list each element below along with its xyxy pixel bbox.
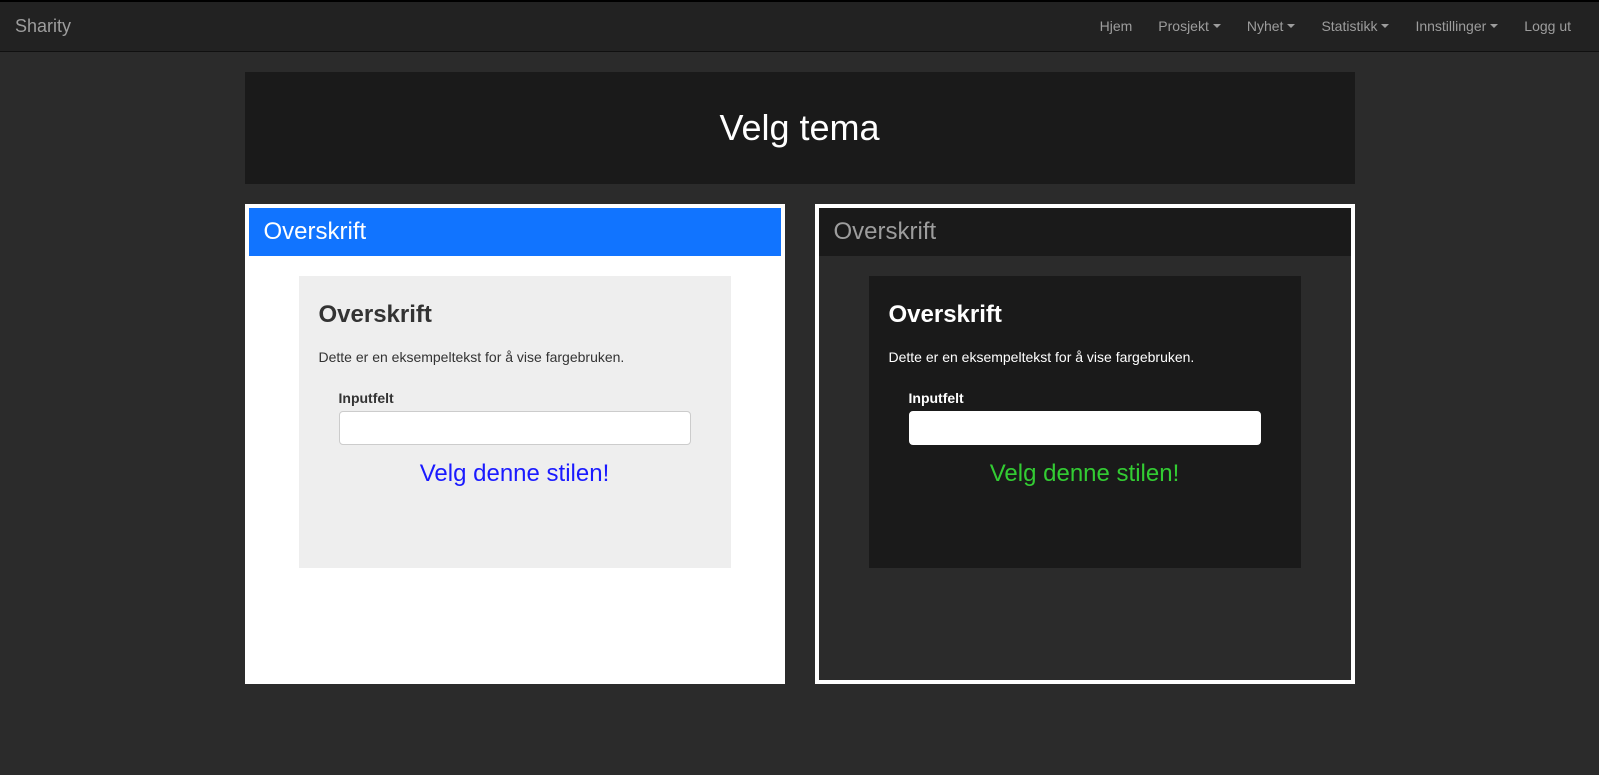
nav-item-nyhet[interactable]: Nyhet [1234,3,1309,51]
select-theme-light-link[interactable]: Velg denne stilen! [319,460,711,488]
nav-label: Nyhet [1247,18,1284,34]
chevron-down-icon [1213,24,1221,28]
navbar: Sharity Hjem Prosjekt Nyhet Statistikk I… [0,0,1599,52]
inner-heading: Overskrift [889,301,1281,329]
input-label: Inputfelt [339,390,691,406]
nav-label: Prosjekt [1158,18,1209,34]
inner-heading: Overskrift [319,301,711,329]
chevron-down-icon [1287,24,1295,28]
page-header: Velg tema [245,72,1355,184]
main-container: Velg tema Overskrift Overskrift Dette er… [230,52,1370,704]
nav-item-innstillinger[interactable]: Innstillinger [1402,3,1511,51]
sample-text: Dette er en eksempeltekst for å vise far… [319,349,711,365]
nav-label: Statistikk [1321,18,1377,34]
outer-heading: Overskrift [264,218,766,246]
theme-row: Overskrift Overskrift Dette er en eksemp… [245,204,1355,684]
nav-item-statistikk[interactable]: Statistikk [1308,3,1402,51]
theme-card-dark: Overskrift Overskrift Dette er en eksemp… [815,204,1355,684]
nav-item-hjem[interactable]: Hjem [1087,3,1146,51]
panel-light: Overskrift Dette er en eksempeltekst for… [299,276,731,568]
outer-heading: Overskrift [834,218,1336,246]
nav-label: Hjem [1100,18,1133,34]
nav-label: Logg ut [1524,18,1571,34]
chevron-down-icon [1381,24,1389,28]
card-body-dark: Overskrift Dette er en eksempeltekst for… [819,256,1351,588]
page-title: Velg tema [265,107,1335,149]
select-theme-dark-link[interactable]: Velg denne stilen! [889,460,1281,488]
sample-text: Dette er en eksempeltekst for å vise far… [889,349,1281,365]
card-header-dark: Overskrift [819,208,1351,256]
input-label: Inputfelt [909,390,1261,406]
form-group-light: Inputfelt [319,390,711,445]
card-header-light: Overskrift [249,208,781,256]
theme-col-light: Overskrift Overskrift Dette er en eksemp… [245,204,785,684]
panel-dark: Overskrift Dette er en eksempeltekst for… [869,276,1301,568]
theme-col-dark: Overskrift Overskrift Dette er en eksemp… [815,204,1355,684]
form-group-dark: Inputfelt [889,390,1281,445]
nav-item-loggut[interactable]: Logg ut [1511,3,1584,51]
card-body-light: Overskrift Dette er en eksempeltekst for… [249,256,781,588]
chevron-down-icon [1490,24,1498,28]
nav-label: Innstillinger [1415,18,1486,34]
sample-input-light[interactable] [339,411,691,445]
nav-list: Hjem Prosjekt Nyhet Statistikk Innstilli… [1087,3,1584,51]
sample-input-dark[interactable] [909,411,1261,445]
brand-link[interactable]: Sharity [15,2,71,51]
theme-card-light: Overskrift Overskrift Dette er en eksemp… [245,204,785,684]
nav-item-prosjekt[interactable]: Prosjekt [1145,3,1234,51]
